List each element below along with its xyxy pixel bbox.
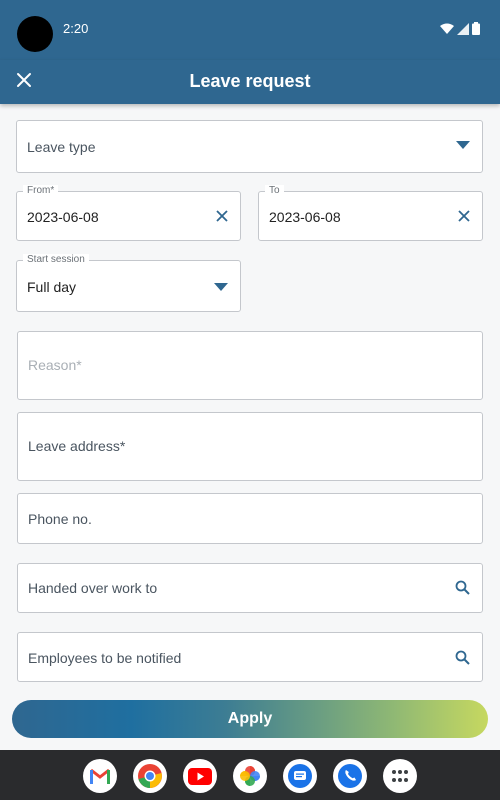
leave-type-placeholder: Leave type <box>27 139 96 155</box>
apply-button[interactable]: Apply <box>12 700 488 738</box>
search-icon[interactable] <box>455 650 470 665</box>
leave-address-placeholder: Leave address* <box>28 438 126 454</box>
messages-icon[interactable] <box>283 759 317 793</box>
page-title: Leave request <box>189 71 311 91</box>
nav-bar <box>0 750 500 800</box>
employees-notified-field[interactable]: Employees to be notified <box>17 632 483 682</box>
wifi-icon <box>440 23 454 34</box>
employees-notified-placeholder: Employees to be notified <box>28 650 182 666</box>
youtube-icon[interactable] <box>183 759 217 793</box>
status-bar: 2:20 <box>0 0 500 60</box>
dropdown-arrow-icon <box>456 141 470 149</box>
dropdown-arrow-icon <box>214 283 228 291</box>
system-icons <box>440 22 480 35</box>
to-date-field[interactable]: To 2023-06-08 <box>258 185 483 241</box>
handed-over-placeholder: Handed over work to <box>28 580 158 596</box>
gmail-icon[interactable] <box>83 759 117 793</box>
clear-from-date-icon[interactable] <box>216 210 228 222</box>
start-session-label: Start session <box>23 254 89 266</box>
camera-cutout <box>17 16 53 52</box>
reason-placeholder: Reason* <box>28 357 82 373</box>
app-dock <box>0 759 500 793</box>
leave-type-dropdown[interactable]: Leave type <box>16 120 483 173</box>
clear-to-date-icon[interactable] <box>458 210 470 222</box>
from-date-label: From* <box>23 185 59 197</box>
from-date-field[interactable]: From* 2023-06-08 <box>16 185 241 241</box>
photos-icon[interactable] <box>233 759 267 793</box>
start-session-dropdown[interactable]: Start session Full day <box>16 254 241 312</box>
reason-field[interactable]: Reason* <box>17 331 483 400</box>
start-session-value: Full day <box>27 279 77 295</box>
signal-icon <box>457 22 469 35</box>
handed-over-field[interactable]: Handed over work to <box>17 563 483 613</box>
leave-address-field[interactable]: Leave address* <box>17 412 483 481</box>
chrome-icon[interactable] <box>133 759 167 793</box>
app-bar: Leave request <box>0 60 500 104</box>
to-date-value: 2023-06-08 <box>269 209 341 225</box>
battery-icon <box>472 22 480 35</box>
status-time: 2:20 <box>63 21 89 36</box>
app-drawer-icon[interactable] <box>383 759 417 793</box>
phone-field[interactable]: Phone no. <box>17 493 483 544</box>
phone-icon[interactable] <box>333 759 367 793</box>
search-icon[interactable] <box>455 580 470 595</box>
phone-placeholder: Phone no. <box>28 511 92 527</box>
to-date-label: To <box>265 185 284 197</box>
from-date-value: 2023-06-08 <box>27 209 99 225</box>
